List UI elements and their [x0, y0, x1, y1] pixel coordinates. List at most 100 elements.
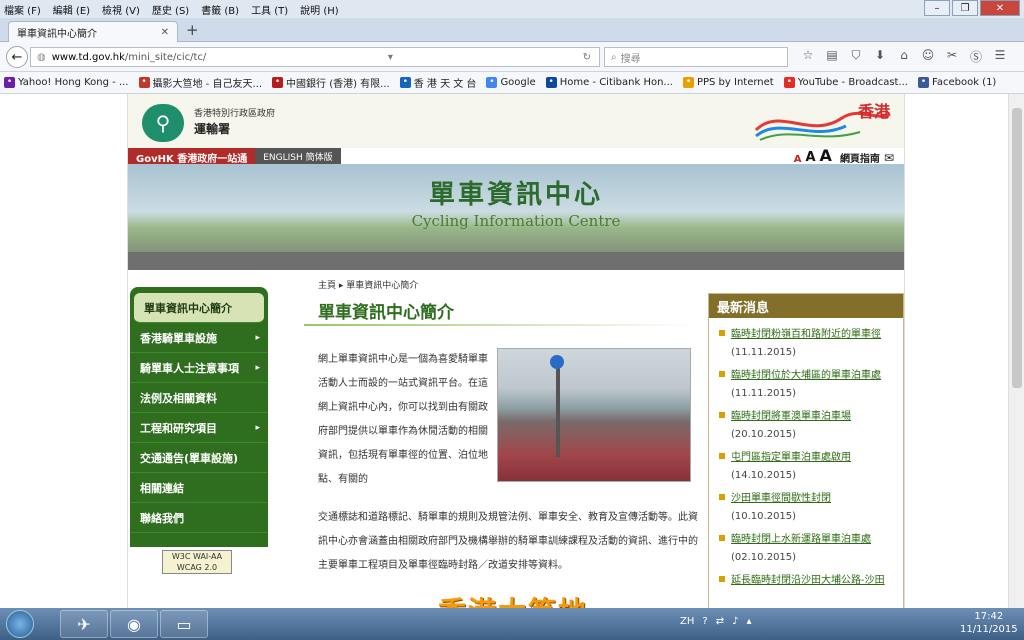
reading-list-icon[interactable]: ▤ — [820, 48, 844, 65]
camera-icon: • — [138, 77, 150, 88]
bookmarks-bar: • Yahoo! Hong Kong - ... • 攝影大笪地 - 自己友天... •… — [0, 72, 1024, 94]
navigation-bar: ← ◍ www.td.gov.hk /mini_site/cic/tc/ ▾ ↻… — [0, 42, 1024, 72]
font-medium-button[interactable]: A — [805, 150, 815, 165]
vertical-scrollbar[interactable] — [1008, 94, 1024, 608]
sidebar-item[interactable]: 法例及相關資料 — [130, 383, 268, 413]
back-button[interactable]: ← — [6, 46, 28, 68]
news-item-date: (10.10.2015) — [731, 511, 797, 522]
dropdown-arrow-icon[interactable]: ▾ — [388, 52, 393, 63]
tray-apps-icon[interactable]: ▴ — [746, 616, 751, 627]
news-item: 臨時封閉將軍澳單車泊車場 (20.10.2015) — [719, 408, 897, 444]
tab-close-icon[interactable]: ✕ — [161, 27, 169, 38]
sidebar-item[interactable]: 單車資訊中心簡介 — [134, 293, 264, 323]
bookmark-star-icon[interactable]: ☆ — [796, 48, 820, 65]
news-list: 臨時封閉粉嶺百和路附近的單車徑 (11.11.2015) 臨時封閉位於大埔區的單車泊… — [709, 318, 903, 590]
sitemap-link[interactable]: 網頁指南 — [840, 150, 880, 165]
govhk-link[interactable]: GovHK 香港政府一站通 — [128, 148, 256, 165]
globe-icon: ◍ — [37, 51, 46, 63]
sidebar-item[interactable]: 騎單車人士注意事項 ▸ — [130, 353, 268, 383]
close-icon[interactable]: ✕ — [980, 0, 1020, 16]
news-item-link[interactable]: 沙田單車徑間歇性封閉 — [731, 490, 897, 508]
bookmark-item[interactable]: • Yahoo! Hong Kong - ... — [4, 77, 129, 88]
language-links[interactable]: ENGLISH 簡体版 — [255, 148, 341, 164]
bookmark-item[interactable]: • PPS by Internet — [682, 77, 774, 88]
news-item-link[interactable]: 臨時封閉粉嶺百和路附近的單車徑 — [731, 326, 897, 344]
bookmark-item[interactable]: • 中國銀行 (香港) 有限... — [272, 75, 390, 90]
help-icon[interactable]: ? — [702, 616, 707, 627]
language-indicator[interactable]: ZH — [680, 616, 694, 627]
page-title: 單車資訊中心簡介 — [318, 303, 454, 323]
intro-text-continued: 交通標誌和道路標記、騎單車的規則及規管法例、單車安全、教育及宣傳活動等。此資訊中… — [318, 512, 698, 571]
scrollbar-thumb[interactable] — [1012, 108, 1022, 388]
menu-view[interactable]: 檢視 (V) — [102, 2, 140, 17]
search-input[interactable]: ⌕ 搜尋 — [604, 47, 788, 67]
news-item-link[interactable]: 臨時封閉位於大埔區的單車泊車處 — [731, 367, 897, 385]
banner-title-zh: 單車資訊中心 — [428, 180, 603, 210]
news-item-link[interactable]: 延長臨時封閉沿沙田大埔公路-沙田 — [731, 572, 897, 590]
pocket-icon[interactable]: ⛉ — [844, 48, 868, 65]
bookmark-item[interactable]: • 攝影大笪地 - 自己友天... — [138, 75, 262, 90]
bookmark-item[interactable]: • YouTube - Broadcast... — [783, 77, 908, 88]
transport-department-logo[interactable]: ⚲ — [142, 104, 184, 142]
reload-icon[interactable]: ↻ — [583, 52, 591, 63]
hamburger-menu-icon[interactable]: ☰ — [988, 48, 1012, 65]
intro-text: 網上單車資訊中心是一個為喜愛騎單車活動人士而設的一站式資訊平台。在這網上資訊中心… — [318, 354, 488, 485]
sidebar-item-label: 法例及相關資料 — [140, 391, 217, 405]
sidebar-item[interactable]: 交通通告(單車設施) — [130, 443, 268, 473]
news-item-date: (11.11.2015) — [731, 347, 797, 358]
address-bar[interactable]: ◍ www.td.gov.hk /mini_site/cic/tc/ ▾ ↻ — [30, 47, 600, 67]
menu-bookmarks[interactable]: 書籤 (B) — [201, 2, 239, 17]
firefox-icon[interactable]: ◉ — [110, 610, 158, 638]
news-item: 臨時封閉位於大埔區的單車泊車處 (11.11.2015) — [719, 367, 897, 403]
sidebar-item[interactable]: 香港騎單車設施 ▸ — [130, 323, 268, 353]
bookmark-item[interactable]: • Home - Citibank Hon... — [545, 77, 673, 88]
minimize-icon[interactable]: – — [924, 0, 950, 16]
facebook-icon: • — [918, 77, 929, 88]
chat-icon[interactable]: ☺ — [916, 48, 940, 65]
mail-icon[interactable]: ✉ — [884, 151, 894, 165]
start-button[interactable] — [6, 610, 34, 638]
w3c-wcag-badge[interactable]: W3C WAI-AA WCAG 2.0 — [162, 550, 232, 574]
back-arrow-icon: ← — [11, 49, 23, 65]
sidebar-item[interactable]: 相關連結 — [130, 473, 268, 503]
bookmark-item[interactable]: • 香 港 天 文 台 — [399, 75, 476, 90]
home-icon[interactable]: ⌂ — [892, 48, 916, 65]
tab-cycling-info[interactable]: 單車資訊中心簡介 ✕ — [8, 21, 178, 42]
cycle-track-photo — [497, 348, 691, 482]
bookmark-label: Home - Citibank Hon... — [559, 77, 673, 88]
menu-edit[interactable]: 編輯 (E) — [53, 2, 90, 17]
sidebar-item-label: 交通通告(單車設施) — [140, 451, 239, 465]
bookmark-label: PPS by Internet — [696, 77, 774, 88]
news-item-link[interactable]: 屯門區指定單車泊車處啟用 — [731, 449, 897, 467]
brand-text: 香港 — [857, 102, 890, 121]
share-icon[interactable]: ✂ — [940, 48, 964, 65]
bookmark-item[interactable]: • Facebook (1) — [918, 77, 996, 88]
menu-history[interactable]: 歷史 (S) — [152, 2, 189, 17]
bookmark-item[interactable]: • Google — [486, 77, 536, 88]
menu-tools[interactable]: 工具 (T) — [251, 2, 288, 17]
news-item-date: (02.10.2015) — [731, 552, 797, 563]
news-item-link[interactable]: 臨時封閉將軍澳單車泊車場 — [731, 408, 897, 426]
sidebar-item[interactable]: 工程和研究項目 ▸ — [130, 413, 268, 443]
skype-icon[interactable]: Ⓢ — [964, 48, 988, 65]
sidebar-item-label: 聯絡我們 — [140, 511, 184, 525]
download-icon[interactable]: ⬇ — [868, 48, 892, 65]
news-item-link[interactable]: 臨時封閉上水新運路單車泊車處 — [731, 531, 897, 549]
new-tab-icon[interactable]: + — [186, 21, 199, 39]
news-item: 臨時封閉粉嶺百和路附近的單車徑 (11.11.2015) — [719, 326, 897, 362]
volume-icon[interactable]: ♪ — [732, 616, 738, 627]
sidebar-item-label: 工程和研究項目 — [140, 421, 217, 435]
sidebar-item[interactable]: 聯絡我們 — [130, 503, 268, 533]
maximize-icon[interactable]: ❐ — [952, 0, 978, 16]
breadcrumb[interactable]: 主頁 ▸ 單車資訊中心簡介 — [318, 278, 418, 291]
clock[interactable]: 17:42 11/11/2015 — [960, 610, 1018, 636]
news-item-date: (14.10.2015) — [731, 470, 797, 481]
folder-icon[interactable]: ▭ — [160, 610, 208, 638]
google-icon: • — [486, 77, 498, 88]
network-icon[interactable]: ⇄ — [716, 616, 724, 627]
citi-icon: • — [545, 77, 557, 88]
menu-help[interactable]: 說明 (H) — [300, 2, 339, 17]
taskbar-app-icon[interactable]: ✈ — [60, 610, 108, 638]
font-large-button[interactable]: A — [820, 146, 832, 165]
menu-file[interactable]: 檔案 (F) — [4, 2, 41, 17]
